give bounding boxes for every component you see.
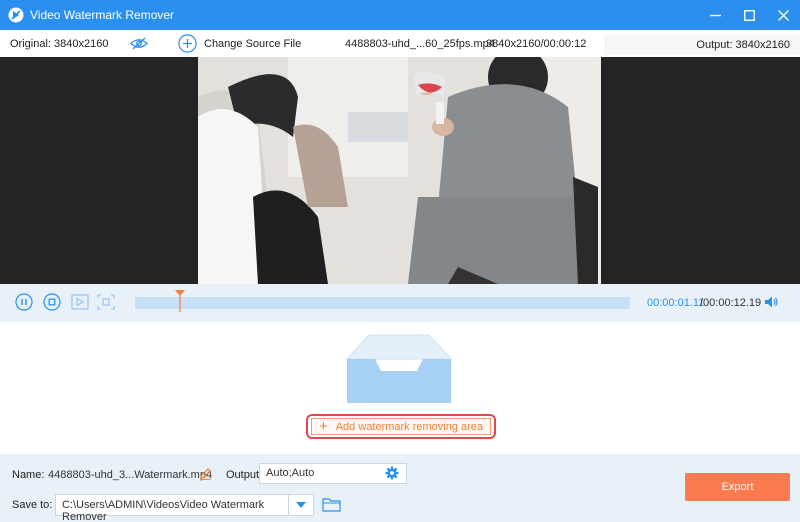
app-logo-icon bbox=[8, 7, 24, 23]
add-watermark-area-label: Add watermark removing area bbox=[335, 420, 484, 433]
add-watermark-area-button[interactable]: + Add watermark removing area bbox=[311, 418, 491, 435]
plus-icon: + bbox=[318, 418, 328, 435]
eye-hidden-icon[interactable] bbox=[130, 37, 148, 50]
output-label: Output: bbox=[226, 469, 263, 481]
source-dims-duration: 3840x2160/00:00:12 bbox=[486, 38, 587, 50]
info-bar: Original: 3840x2160 Change Source File 4… bbox=[0, 30, 800, 57]
minimize-button[interactable] bbox=[698, 0, 732, 30]
export-button[interactable]: Export bbox=[685, 473, 790, 501]
output-settings-value: Auto;Auto bbox=[266, 467, 315, 479]
add-circle-icon[interactable] bbox=[178, 34, 197, 53]
window-title: Video Watermark Remover bbox=[30, 8, 175, 22]
name-label: Name: bbox=[12, 469, 45, 481]
timeline-track[interactable] bbox=[135, 297, 630, 309]
output-file-name: 4488803-uhd_3...Watermark.mp4 bbox=[48, 469, 213, 481]
close-icon bbox=[777, 9, 789, 21]
change-source-file-button[interactable]: Change Source File bbox=[204, 38, 301, 50]
volume-icon[interactable] bbox=[764, 295, 778, 309]
output-resolution: Output: 3840x2160 bbox=[696, 39, 790, 51]
folder-icon[interactable] bbox=[322, 496, 341, 512]
original-resolution: Original: 3840x2160 bbox=[10, 38, 109, 50]
output-pane-header: Output: 3840x2160 bbox=[604, 35, 800, 55]
minimize-icon bbox=[709, 14, 721, 16]
close-button[interactable] bbox=[766, 0, 800, 30]
video-preview-image bbox=[198, 57, 601, 284]
chevron-down-icon bbox=[296, 502, 306, 508]
video-preview-area bbox=[0, 57, 800, 284]
title-bar: Video Watermark Remover bbox=[0, 0, 800, 30]
prev-frame-icon[interactable] bbox=[71, 293, 89, 311]
empty-tray-icon bbox=[345, 334, 453, 403]
maximize-button[interactable] bbox=[732, 0, 766, 30]
save-path-field[interactable]: C:\Users\ADMIN\VideosVideo Watermark Rem… bbox=[55, 494, 314, 522]
save-to-label: Save to: bbox=[12, 499, 53, 511]
playhead-marker[interactable] bbox=[175, 290, 186, 312]
gear-icon[interactable] bbox=[385, 466, 399, 480]
pencil-edit-icon[interactable] bbox=[199, 467, 212, 480]
stop-icon[interactable] bbox=[43, 293, 61, 311]
next-frame-icon[interactable] bbox=[97, 293, 115, 311]
total-time: /00:00:12.19 bbox=[700, 297, 762, 309]
current-time: 00:00:01.11 bbox=[647, 297, 705, 309]
save-path-dropdown[interactable] bbox=[288, 495, 313, 515]
pause-icon[interactable] bbox=[15, 293, 33, 311]
maximize-icon bbox=[743, 9, 755, 21]
video-frame bbox=[198, 57, 601, 284]
source-file-name: 4488803-uhd_...60_25fps.mp4 bbox=[345, 38, 495, 50]
